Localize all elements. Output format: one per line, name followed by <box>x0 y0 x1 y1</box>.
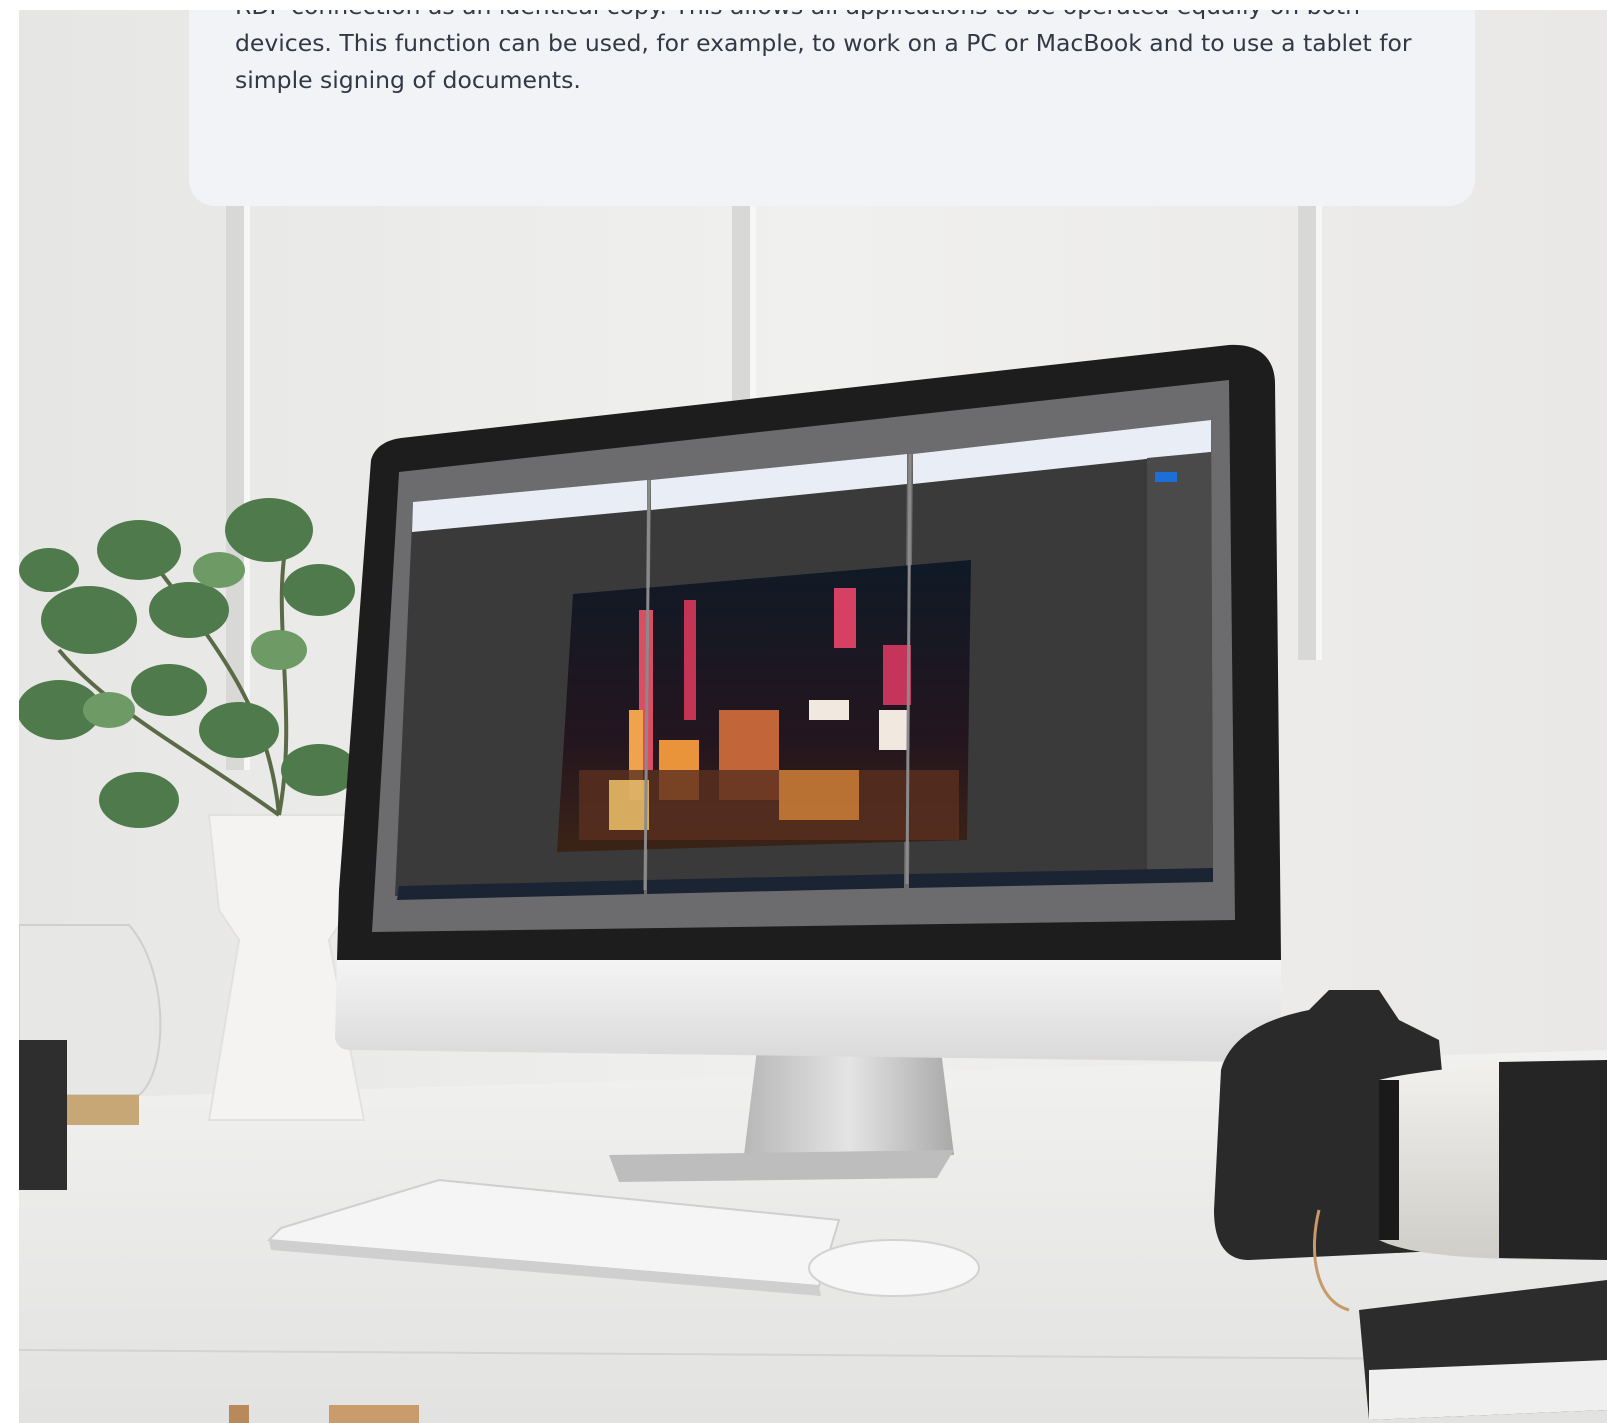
desk-scene-illustration <box>19 10 1607 1423</box>
mouse <box>808 1239 980 1297</box>
info-card: RDP connection as an identical copy. Thi… <box>189 10 1475 206</box>
info-card-text: RDP connection as an identical copy. Thi… <box>235 10 1412 94</box>
hero-photo: RDP connection as an identical copy. Thi… <box>19 10 1607 1423</box>
